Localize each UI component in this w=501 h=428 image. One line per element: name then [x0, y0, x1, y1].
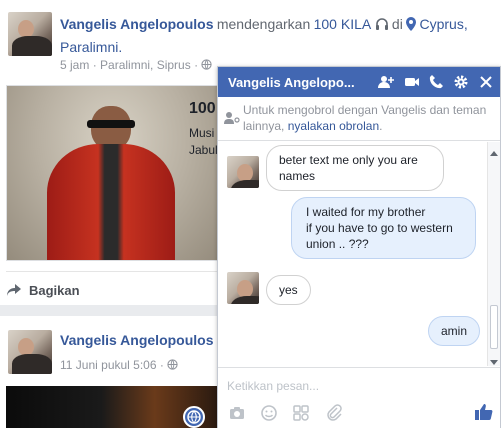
message-text: union .. ??? [306, 237, 369, 251]
message-text: names [279, 169, 316, 183]
camera-icon[interactable] [228, 404, 246, 422]
share-button[interactable]: Bagikan [6, 281, 80, 299]
author-name[interactable]: Vangelis Angelopoulos [60, 16, 214, 32]
chat-window: Vangelis Angelopo... Untuk mengobrol den… [217, 66, 501, 428]
author-avatar[interactable] [8, 12, 52, 56]
phone-icon[interactable] [428, 74, 444, 90]
message-bubble-outgoing[interactable]: I waited for my brother if you have to g… [291, 197, 476, 259]
preposition-text: di [391, 16, 403, 32]
globe-icon[interactable] [167, 359, 178, 373]
message-text: amin [441, 324, 468, 338]
artist-sunglasses [87, 120, 135, 128]
music-card-image[interactable] [6, 85, 218, 261]
post-place[interactable]: Paralimni, Siprus [100, 58, 191, 72]
chat-off-notice: Untuk mengobrol dengan Vangelis dan tema… [218, 97, 500, 141]
turn-on-chat-link[interactable]: nyalakan obrolan [288, 119, 379, 133]
notice-text: Untuk mengobrol dengan Vangelis dan tema… [243, 102, 493, 134]
message-bubble-outgoing[interactable]: amin [428, 316, 481, 346]
like-icon[interactable] [474, 402, 493, 420]
headphones-icon [375, 17, 389, 37]
card-description: Jabul [189, 143, 218, 157]
attach-icon[interactable] [325, 404, 343, 422]
location-link-city[interactable]: Paralimni. [60, 39, 122, 55]
message-text: beter text me only you are [279, 153, 418, 167]
add-friend-icon[interactable] [378, 74, 394, 90]
emoji-icon[interactable] [260, 404, 278, 422]
location-link[interactable]: Cyprus, [420, 16, 468, 32]
sender-avatar[interactable] [227, 272, 259, 304]
globe-icon[interactable] [183, 406, 205, 428]
location-pin-icon [406, 17, 417, 37]
card-title[interactable]: 100 [189, 100, 216, 118]
message-text: I waited for my brother [306, 205, 426, 219]
gear-icon[interactable] [453, 74, 469, 90]
card-subtitle: Musi [189, 126, 215, 140]
globe-icon[interactable] [201, 59, 213, 73]
share-icon [6, 283, 24, 297]
notice-period: . [379, 119, 383, 133]
post-header: Vangelis Angelopoulos mendengarkan 100 K… [60, 14, 500, 58]
scroll-thumb[interactable] [490, 305, 498, 349]
chat-title[interactable]: Vangelis Angelopo... [228, 75, 355, 90]
message-input[interactable] [227, 376, 487, 396]
share-label: Bagikan [29, 282, 80, 298]
chat-off-icon [224, 109, 240, 128]
post-time[interactable]: 5 jam [60, 58, 89, 72]
message-text: yes [279, 283, 298, 297]
close-icon[interactable] [478, 74, 494, 90]
video-call-icon[interactable] [404, 74, 420, 90]
sticker-icon[interactable] [292, 404, 310, 422]
message-bubble-incoming[interactable]: yes [266, 275, 311, 305]
post-meta: 11 Juni pukul 5:06 · [60, 358, 178, 373]
artist-jacket [47, 144, 175, 260]
message-text: if you have to go to western [306, 221, 453, 235]
message-list[interactable]: beter text me only you are names I waite… [218, 142, 500, 367]
scroll-up-icon[interactable] [490, 145, 498, 159]
activity-text: mendengarkan [216, 16, 311, 32]
sender-avatar[interactable] [227, 156, 259, 188]
author-name[interactable]: Vangelis Angelopoulos [60, 332, 214, 348]
song-link[interactable]: 100 KILA [314, 16, 372, 32]
post-time[interactable]: 11 Juni pukul 5:06 [60, 358, 157, 372]
message-scrollbar[interactable] [487, 142, 500, 366]
message-composer [218, 367, 500, 428]
post-meta: 5 jam · Paralimni, Siprus · [60, 58, 213, 73]
chat-header[interactable]: Vangelis Angelopo... [218, 67, 500, 97]
message-bubble-incoming[interactable]: beter text me only you are names [266, 145, 444, 191]
author-avatar[interactable] [8, 330, 52, 374]
